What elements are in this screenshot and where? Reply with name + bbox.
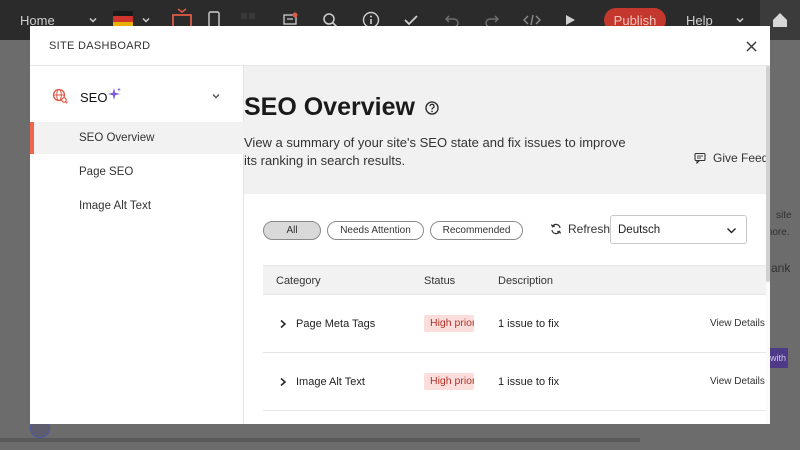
help-icon[interactable] — [425, 101, 439, 115]
modal-scrollbar-thumb[interactable] — [766, 66, 770, 282]
view-details-link[interactable]: View Details — [710, 376, 765, 387]
chevron-right-icon[interactable] — [278, 377, 288, 387]
page-title: SEO Overview — [244, 93, 415, 121]
site-dashboard-modal: SITE DASHBOARD SEO SEO Overview Page SEO… — [30, 26, 770, 424]
filter-chip-all[interactable]: All — [263, 221, 321, 240]
bg-text-with: with — [769, 353, 786, 363]
chevron-down-icon — [212, 94, 220, 99]
row-description: 1 issue to fix — [498, 318, 560, 330]
language-select[interactable]: Deutsch — [610, 215, 747, 244]
dashboard-main: SEO Overview View a summary of your site… — [244, 66, 770, 424]
sidebar-section-label: SEO — [80, 90, 108, 105]
home-icon — [773, 13, 787, 27]
filter-chip-label: All — [286, 225, 298, 236]
sidebar-item-label: Page SEO — [79, 166, 134, 178]
feedback-icon — [694, 152, 706, 164]
chevron-right-icon[interactable] — [278, 319, 288, 329]
globe-search-icon — [52, 88, 68, 104]
flag-icon[interactable] — [113, 11, 133, 27]
modal-header: SITE DASHBOARD — [30, 26, 770, 66]
column-header-status: Status — [424, 275, 456, 287]
sidebar-section-seo[interactable]: SEO — [30, 80, 244, 114]
bg-text-site: site — [776, 210, 792, 221]
sidebar-item-label: Image Alt Text — [79, 200, 152, 212]
chevron-down-icon — [727, 228, 736, 234]
status-badge: High priority — [424, 373, 474, 390]
refresh-label: Refresh — [568, 222, 611, 236]
sparkle-icon — [108, 87, 121, 100]
language-select-value: Deutsch — [618, 224, 661, 236]
column-header-category: Category — [276, 275, 321, 287]
bg-horizontal-scrollbar — [0, 438, 640, 442]
filter-chip-needs-attention[interactable]: Needs Attention — [327, 221, 424, 240]
filter-chip-label: Recommended — [442, 225, 511, 236]
sidebar-item-page-seo[interactable]: Page SEO — [30, 156, 244, 188]
filter-chip-label: Needs Attention — [340, 225, 411, 236]
row-category: Page Meta Tags — [296, 318, 376, 330]
sidebar-item-label: SEO Overview — [79, 132, 155, 144]
give-feedback-label: Give Feedb — [713, 151, 770, 165]
column-header-description: Description — [498, 275, 554, 287]
overview-header: SEO Overview View a summary of your site… — [244, 66, 770, 194]
close-button[interactable] — [742, 37, 760, 55]
refresh-icon — [550, 223, 562, 235]
refresh-button[interactable]: Refresh — [550, 222, 610, 236]
bg-text-rank: ank — [771, 261, 791, 275]
status-badge: High priority — [424, 315, 474, 332]
dashboard-sidebar: SEO SEO Overview Page SEO Image Alt Text — [30, 66, 244, 424]
filter-chip-recommended[interactable]: Recommended — [430, 221, 523, 240]
page-description: View a summary of your site's SEO state … — [244, 135, 626, 168]
sidebar-item-seo-overview[interactable]: SEO Overview — [30, 122, 244, 154]
bg-purple-button: with — [768, 348, 788, 368]
table-row[interactable]: Page Meta Tags High priority 1 issue to … — [263, 295, 770, 353]
row-category: Image Alt Text — [296, 376, 365, 388]
view-details-link[interactable]: View Details — [710, 318, 765, 329]
give-feedback-button[interactable]: Give Feedb — [694, 151, 770, 165]
sidebar-item-image-alt-text[interactable]: Image Alt Text — [30, 190, 244, 222]
table-header: Category Status Description — [263, 265, 770, 295]
table-row[interactable]: Image Alt Text High priority 1 issue to … — [263, 353, 770, 411]
row-description: 1 issue to fix — [498, 376, 560, 388]
close-icon — [746, 41, 756, 51]
modal-title: SITE DASHBOARD — [49, 40, 151, 52]
